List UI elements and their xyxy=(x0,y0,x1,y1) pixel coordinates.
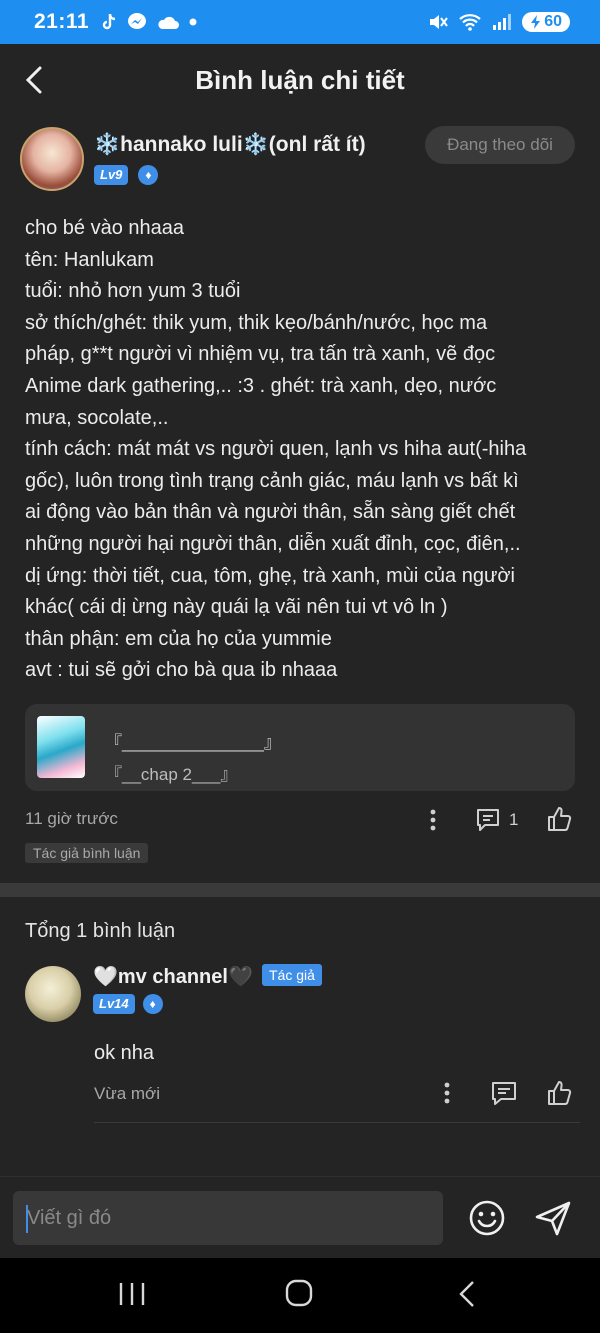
section-divider xyxy=(0,883,600,897)
follow-button[interactable]: Đang theo dõi xyxy=(425,126,575,164)
post-author-name[interactable]: ❄️hannako luli❄️(onl rất ít) xyxy=(94,133,366,157)
post-body: cho bé vào nhaaa tên: Hanlukam tuổi: nhỏ… xyxy=(25,213,580,687)
commenter-avatar[interactable] xyxy=(25,966,81,1022)
verified-shield-icon: ♦ xyxy=(142,994,163,1014)
post-time: 11 giờ trước xyxy=(25,809,118,828)
like-icon[interactable] xyxy=(545,805,573,833)
emoji-icon[interactable] xyxy=(468,1199,506,1237)
reply-icon[interactable] xyxy=(490,1080,518,1108)
more-options-icon[interactable] xyxy=(439,1080,455,1106)
status-time: 21:11 xyxy=(34,10,90,33)
comment-count: 1 xyxy=(509,810,519,829)
post-line: sở thích/ghét: thik yum, thik kẹo/bánh/n… xyxy=(25,311,488,334)
page-header: Bình luận chi tiết xyxy=(0,44,600,116)
comment-button[interactable]: 1 xyxy=(475,805,535,835)
post-line: gốc), luôn trong tình trạng cảnh giác, m… xyxy=(25,469,519,492)
comment-total: Tổng 1 bình luận xyxy=(25,920,176,942)
level-badge: Lv9 xyxy=(94,165,129,185)
author-badge: Tác giả xyxy=(262,964,322,986)
post-line: cho bé vào nhaaa xyxy=(25,217,185,239)
page-title: Bình luận chi tiết xyxy=(195,64,405,95)
level-badge: Lv14 xyxy=(93,994,135,1014)
status-bar: 21:11 60 xyxy=(0,0,600,44)
system-nav-bar xyxy=(0,1258,600,1333)
linked-story-card[interactable]: 『_______________』 『__chap 2___』 xyxy=(25,704,575,791)
cloud-icon xyxy=(158,16,180,29)
signal-icon xyxy=(493,14,512,30)
messenger-icon xyxy=(128,13,147,29)
send-icon[interactable] xyxy=(533,1199,573,1237)
comment-composer xyxy=(0,1176,600,1258)
story-title: 『_______________』 xyxy=(105,733,281,752)
comment-item: 🤍mv channel🖤 Tác giả Lv14 ♦ ok nha Vừa m… xyxy=(25,962,580,1127)
post-line: tính cách: mát mát vs người quen, lạnh v… xyxy=(25,438,527,461)
commenter-name[interactable]: 🤍mv channel🖤 xyxy=(93,964,253,989)
comment-separator xyxy=(94,1122,580,1123)
home-icon[interactable] xyxy=(284,1278,314,1308)
battery-level: 60 xyxy=(544,13,562,30)
post-line: thân phận: em của họ của yummie xyxy=(25,627,332,650)
post-header: ❄️hannako luli❄️(onl rất ít) Lv9 ♦ Đang … xyxy=(20,125,580,195)
post-line: mưa, socolate,.. xyxy=(25,406,169,429)
battery-charging-icon xyxy=(531,15,541,29)
back-arrow-icon[interactable] xyxy=(22,64,48,96)
mute-icon xyxy=(430,15,449,29)
wifi-icon xyxy=(459,14,481,31)
post-meta-row: 11 giờ trước 1 xyxy=(25,805,580,835)
recent-apps-icon[interactable] xyxy=(118,1281,146,1307)
post-author-avatar[interactable] xyxy=(20,127,84,191)
post-line: avt : tui sẽ gởi cho bà qua ib nhaaa xyxy=(25,659,338,682)
post-line: tên: Hanlukam xyxy=(25,248,154,271)
post-line: tuổi: nhỏ hơn yum 3 tuổi xyxy=(25,280,241,303)
post-line: những người hại người thân, diễn xuất đỉ… xyxy=(25,532,521,555)
battery-indicator: 60 xyxy=(522,12,570,32)
comment-author-tag: Tác giả bình luận xyxy=(25,843,149,863)
post-line: dị ứng: thời tiết, cua, tôm, ghẹ, trà xa… xyxy=(25,564,515,587)
post-author-badges: Lv9 ♦ xyxy=(94,165,159,185)
tiktok-icon xyxy=(102,13,116,30)
post-line: ai động vào bản thân và người thân, sẵn … xyxy=(25,501,516,524)
like-icon[interactable] xyxy=(545,1079,573,1107)
system-back-icon[interactable] xyxy=(455,1279,479,1309)
comment-icon xyxy=(477,809,499,831)
more-options-icon[interactable] xyxy=(425,807,441,833)
story-thumbnail xyxy=(37,716,85,778)
comment-input[interactable] xyxy=(13,1191,443,1245)
commenter-badges: Lv14 ♦ xyxy=(93,994,163,1014)
post-line: Anime dark gathering,.. :3 . ghét: trà x… xyxy=(25,374,497,397)
verified-shield-icon: ♦ xyxy=(138,165,159,185)
story-chapter: 『__chap 2___』 xyxy=(105,765,238,784)
comment-text: ok nha xyxy=(94,1042,155,1064)
post-line: khác( cái dị ừng này quái lạ vãi nên tui… xyxy=(25,596,448,619)
dot-icon xyxy=(189,18,197,26)
comment-time: Vừa mới xyxy=(94,1084,160,1103)
text-caret xyxy=(26,1205,28,1233)
post-line: pháp, g**t người vì nhiệm vụ, tra tấn tr… xyxy=(25,343,496,366)
